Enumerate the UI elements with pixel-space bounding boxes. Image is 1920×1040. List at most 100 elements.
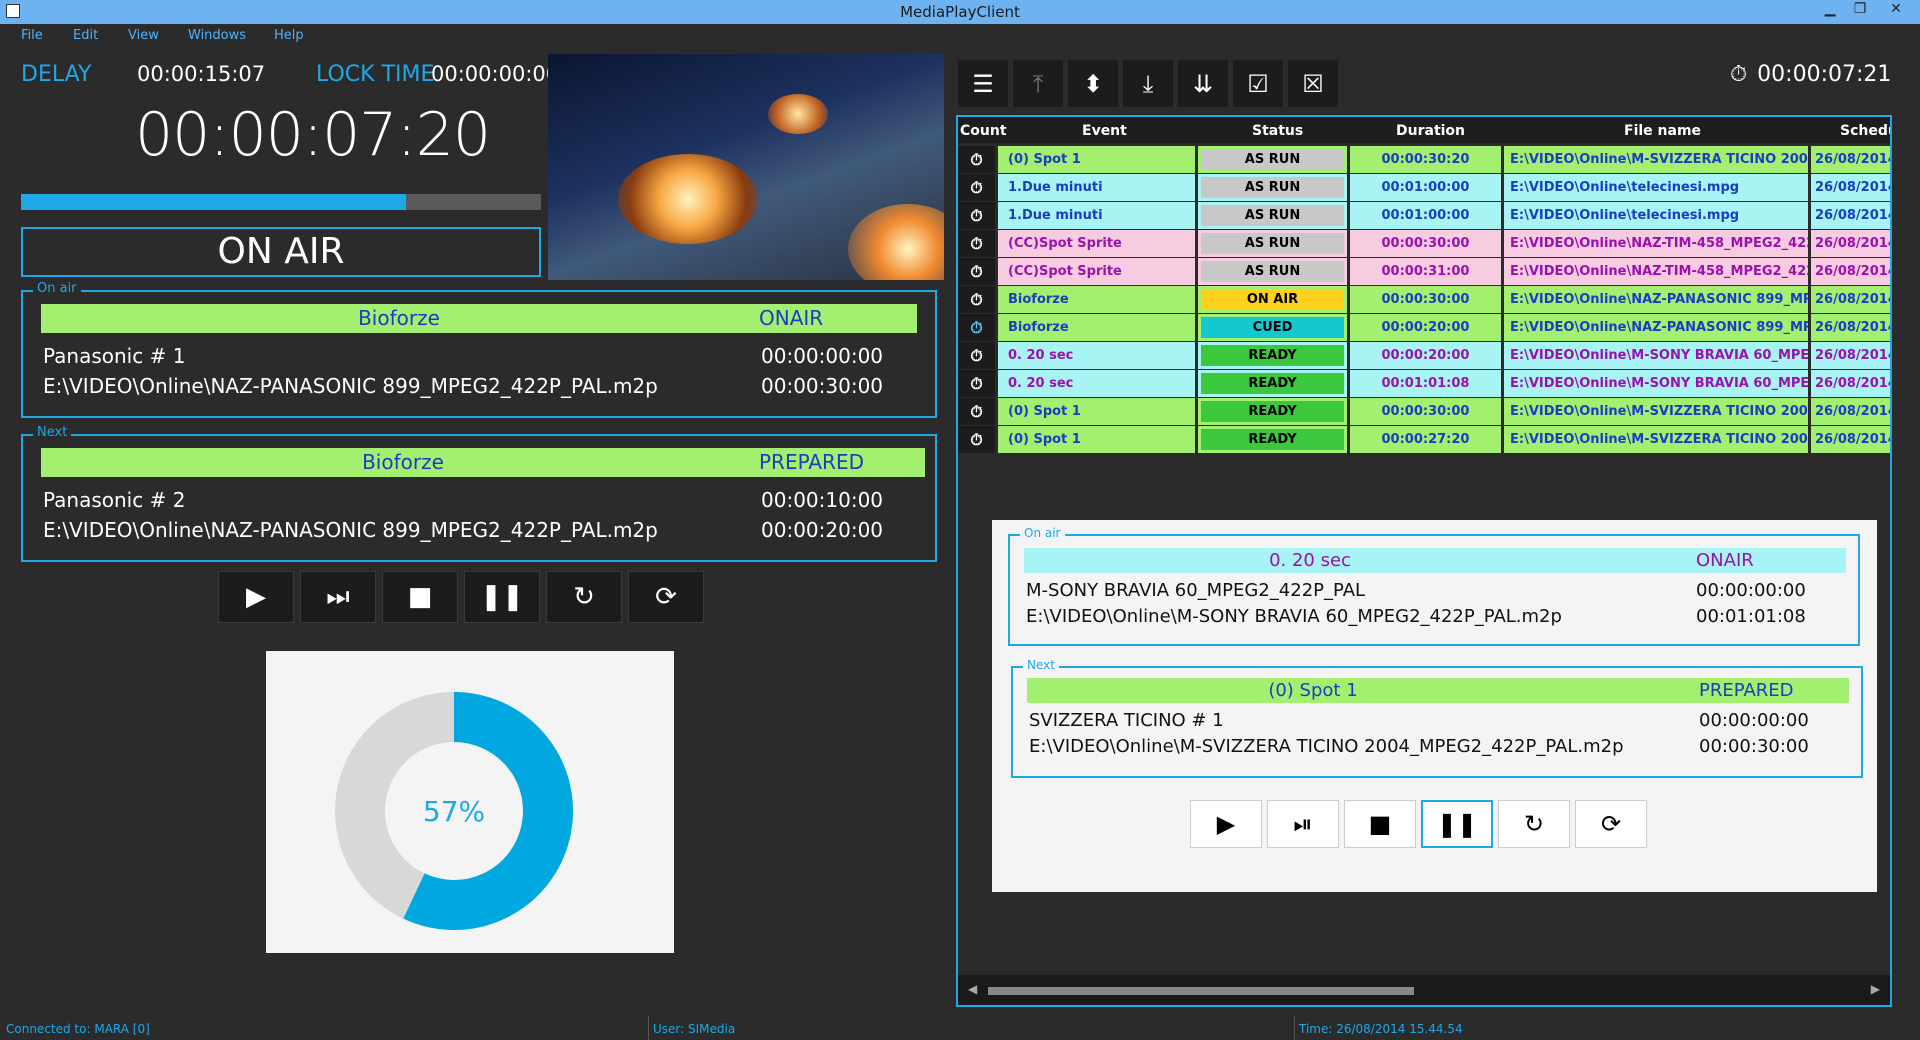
menu-file[interactable]: File (21, 28, 43, 43)
secondary-on-air-file: E:\VIDEO\Online\M-SONY BRAVIA 60_MPEG2_4… (1026, 606, 1562, 627)
stopwatch-icon[interactable]: ⏱ (958, 398, 996, 425)
loop-button[interactable]: ↻ (546, 571, 622, 623)
database-button[interactable]: ☰ (958, 60, 1008, 107)
checkbox-icon: ☑ (1247, 69, 1269, 98)
table-row[interactable]: ⏱ (0) Spot 1 READY 00:00:30:00 E:\VIDEO\Onli… (958, 398, 1890, 425)
move-top-icon: ⤒ (1032, 69, 1044, 98)
cell-file-name: E:\VIDEO\Online\NAZ-PANASONIC 899_MPEG2 (1504, 286, 1809, 313)
cell-schedule: 26/08/2014 (1811, 314, 1890, 341)
delete-button[interactable]: ☒ (1288, 60, 1338, 107)
col-status[interactable]: Status (1252, 123, 1303, 139)
table-row[interactable]: ⏱ (0) Spot 1 READY 00:00:27:20 E:\VIDEO\Onli… (958, 426, 1890, 453)
col-event[interactable]: Event (1082, 123, 1127, 139)
col-duration[interactable]: Duration (1396, 123, 1465, 139)
col-file-name[interactable]: File name (1624, 123, 1701, 139)
refresh-icon: ⟳ (655, 582, 677, 612)
next-group: Next Bioforze PREPARED Panasonic # 2 00:… (21, 425, 937, 562)
table-row[interactable]: ⏱ 1.Due minuti AS RUN 00:01:00:00 E:\VIDEO\O… (958, 174, 1890, 201)
on-air-indicator: ON AIR (21, 227, 541, 277)
status-badge: AS RUN (1201, 205, 1344, 226)
stopwatch-icon[interactable]: ⏱ (958, 258, 996, 285)
table-row[interactable]: ⏱ (CC)Spot Sprite AS RUN 00:00:30:00 E:\VIDE… (958, 230, 1890, 257)
cell-status: AS RUN (1198, 202, 1348, 229)
cell-file-name: E:\VIDEO\Online\M-SONY BRAVIA 60_MPEG2 (1504, 342, 1809, 369)
table-row[interactable]: ⏱ 0. 20 sec READY 00:01:01:08 E:\VIDEO\Onlin… (958, 370, 1890, 397)
move-top-button[interactable]: ⤒ (1013, 60, 1063, 107)
refresh-button[interactable]: ⟳ (628, 571, 704, 623)
scroll-right-icon[interactable]: ▶ (1871, 982, 1880, 996)
menu-edit[interactable]: Edit (73, 28, 98, 43)
move-updown-button[interactable]: ⬍ (1068, 60, 1118, 107)
stopwatch-icon[interactable]: ⏱ (958, 342, 996, 369)
stopwatch-icon[interactable]: ⏱ (958, 314, 996, 341)
secondary-stop-button[interactable]: ■ (1344, 800, 1416, 848)
next-event-name: Bioforze (362, 450, 444, 474)
secondary-play-button[interactable]: ▶ (1190, 800, 1262, 848)
cell-schedule: 26/08/2014 (1811, 174, 1890, 201)
stopwatch-icon[interactable]: ⏱ (958, 370, 996, 397)
window-title: MediaPlayClient (900, 3, 1020, 21)
secondary-pause-button[interactable]: ❚❚ (1421, 800, 1493, 848)
lock-time-value: 00:00:00:00 (431, 62, 560, 86)
table-row[interactable]: ⏱ (CC)Spot Sprite AS RUN 00:00:31:00 E:\VIDE… (958, 258, 1890, 285)
pause-button[interactable]: ❚❚ (464, 571, 540, 623)
col-count[interactable]: Count (960, 123, 1007, 139)
secondary-on-air-group: On air 0. 20 sec ONAIR M-SONY BRAVIA 60_… (1008, 526, 1860, 646)
table-row[interactable]: ⏱ 1.Due minuti AS RUN 00:01:00:00 E:\VIDEO\O… (958, 202, 1890, 229)
sort-icon: ⬍ (1082, 69, 1104, 98)
secondary-loop-button[interactable]: ↻ (1498, 800, 1570, 848)
secondary-next-time-start: 00:00:00:00 (1699, 710, 1809, 731)
table-row[interactable]: ⏱ Bioforze ON AIR 00:00:30:00 E:\VIDEO\Onlin… (958, 286, 1890, 313)
cell-duration: 00:01:01:08 (1350, 370, 1502, 397)
download-all-button[interactable]: ⇊ (1178, 60, 1228, 107)
skip-next-button[interactable]: ⏭ (300, 571, 376, 623)
countdown-timer: ⏱ 00:00:07:21 (1730, 62, 1891, 87)
secondary-next-title: SVIZZERA TICINO # 1 (1029, 710, 1224, 731)
status-badge: AS RUN (1201, 177, 1344, 198)
secondary-refresh-button[interactable]: ⟳ (1575, 800, 1647, 848)
close-icon[interactable]: ✕ (1876, 1, 1916, 17)
table-row[interactable]: ⏱ Bioforze CUED 00:00:20:00 E:\VIDEO\Online\… (958, 314, 1890, 341)
download-button[interactable]: ⤓ (1123, 60, 1173, 107)
title-bar: MediaPlayClient ▁ ❐ ✕ (0, 0, 1920, 24)
maximize-icon[interactable]: ❐ (1840, 1, 1880, 17)
next-title: Panasonic # 2 (43, 488, 186, 512)
check-button[interactable]: ☑ (1233, 60, 1283, 107)
pause-icon: ❚❚ (480, 582, 524, 612)
download-icon: ⤓ (1142, 69, 1154, 98)
menu-view[interactable]: View (128, 28, 159, 43)
menu-bar: File Edit View Windows Help (0, 26, 940, 46)
video-preview (548, 54, 944, 280)
database-icon: ☰ (972, 69, 994, 98)
cell-schedule: 26/08/2014 (1811, 202, 1890, 229)
delay-value: 00:00:15:07 (137, 62, 266, 86)
cell-duration: 00:00:27:20 (1350, 426, 1502, 453)
secondary-next-time-duration: 00:00:30:00 (1699, 736, 1809, 757)
stopwatch-icon[interactable]: ⏱ (958, 146, 996, 173)
horizontal-scrollbar[interactable]: ◀ ▶ (958, 975, 1890, 1005)
table-row[interactable]: ⏱ (0) Spot 1 AS RUN 00:00:30:20 E:\VIDEO\Onl… (958, 146, 1890, 173)
progress-fill (21, 194, 406, 210)
stopwatch-icon[interactable]: ⏱ (958, 174, 996, 201)
pause-icon: ❚❚ (1436, 810, 1478, 838)
stopwatch-icon[interactable]: ⏱ (958, 230, 996, 257)
status-connection: Connected to: MARA [0] (6, 1022, 150, 1036)
menu-windows[interactable]: Windows (188, 28, 246, 43)
scroll-left-icon[interactable]: ◀ (968, 982, 977, 996)
menu-help[interactable]: Help (274, 28, 304, 43)
stop-button[interactable]: ■ (382, 571, 458, 623)
scrollbar-thumb[interactable] (988, 987, 1414, 995)
preview-highlight (618, 154, 758, 244)
stopwatch-icon[interactable]: ⏱ (958, 286, 996, 313)
group-legend: On air (1020, 526, 1065, 540)
play-button[interactable]: ▶ (218, 571, 294, 623)
cell-duration: 00:00:30:20 (1350, 146, 1502, 173)
stopwatch-icon[interactable]: ⏱ (958, 426, 996, 453)
stopwatch-icon[interactable]: ⏱ (958, 202, 996, 229)
secondary-step-button[interactable]: ⏯ (1267, 800, 1339, 848)
cell-event: 0. 20 sec (998, 342, 1196, 369)
secondary-on-air-state: ONAIR (1696, 550, 1754, 571)
col-schedule[interactable]: Schedu (1840, 123, 1890, 139)
table-row[interactable]: ⏱ 0. 20 sec READY 00:00:20:00 E:\VIDEO\Onlin… (958, 342, 1890, 369)
status-badge: AS RUN (1201, 233, 1344, 254)
